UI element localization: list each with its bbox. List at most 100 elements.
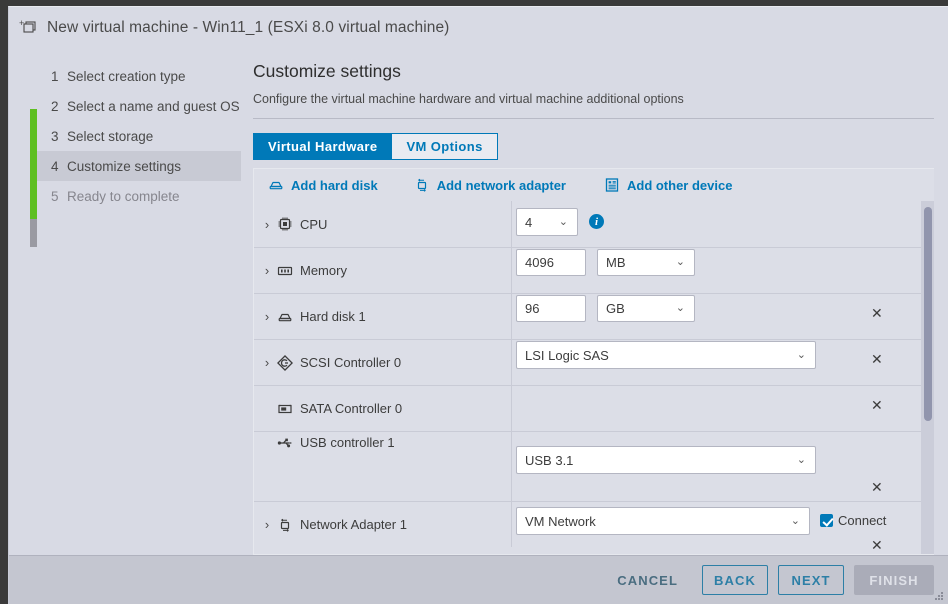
step-number: 2: [51, 98, 59, 114]
wizard-step-3[interactable]: 3 Select storage: [37, 121, 241, 151]
toolbar-action-label: Add hard disk: [291, 177, 378, 193]
wizard-step-4[interactable]: 4 Customize settings: [37, 151, 241, 181]
device-control-cell: USB 3.1 ⌄ ✕: [512, 432, 934, 501]
wizard-step-5[interactable]: 5 Ready to complete: [37, 181, 241, 211]
back-button[interactable]: BACK: [702, 565, 768, 595]
device-label-cell: › CPU: [254, 201, 512, 247]
hard-disk-icon: [268, 177, 284, 193]
usb-controller-icon: [274, 435, 296, 451]
remove-device-button[interactable]: ✕: [871, 306, 883, 320]
step-number: 3: [51, 128, 59, 144]
other-device-icon: [604, 177, 620, 193]
chevron-down-icon: ⌄: [790, 514, 800, 527]
grip-dot: [941, 598, 943, 600]
toolbar-action-label: Add network adapter: [436, 177, 566, 193]
grip-dot: [938, 595, 940, 597]
toolbar-action-label: Add other device: [626, 177, 733, 193]
scsi-controller-0-select[interactable]: LSI Logic SAS ⌄: [516, 341, 816, 369]
device-name: SCSI Controller 0: [300, 355, 402, 370]
grip-dot: [941, 592, 943, 594]
device-row: › Hard disk 1 96 GB ⌄ ✕: [254, 293, 934, 339]
hard-disk-1-value-input[interactable]: 96: [516, 295, 586, 322]
virtual-hardware-panel: Add hard disk Add network adapter Add othe…: [253, 168, 934, 555]
next-button[interactable]: NEXT: [778, 565, 844, 595]
grip-dot: [935, 598, 937, 600]
chevron-down-icon: ⌄: [675, 302, 685, 314]
connect-checkbox-group[interactable]: Connect: [820, 513, 886, 528]
wizard-body: 1 Select creation type 2 Select a name and …: [9, 49, 948, 555]
device-name: Memory: [300, 263, 347, 278]
expand-chevron-icon[interactable]: ›: [260, 355, 274, 370]
add-other-device-button[interactable]: Add other device: [604, 177, 732, 193]
device-control-cell: ✕: [512, 386, 934, 431]
window-titlebar: + New virtual machine - Win11_1 (ESXi 8.…: [9, 7, 948, 49]
window-title: New virtual machine - Win11_1 (ESXi 8.0 …: [47, 19, 450, 36]
step-list: 1 Select creation type 2 Select a name and …: [9, 61, 241, 211]
resize-grip[interactable]: [935, 592, 944, 601]
grip-dot: [938, 598, 940, 600]
network-adapter-icon: [274, 517, 296, 533]
cancel-button[interactable]: CANCEL: [601, 565, 694, 595]
hard-disk-1-unit-select[interactable]: GB ⌄: [597, 295, 695, 322]
wizard-step-2[interactable]: 2 Select a name and guest OS: [37, 91, 241, 121]
remove-device-button[interactable]: ✕: [871, 352, 883, 366]
device-name: Hard disk 1: [300, 309, 366, 324]
add-network-adapter-button[interactable]: Add network adapter: [414, 177, 566, 193]
memory-unit-select[interactable]: MB ⌄: [597, 249, 695, 276]
step-label: Ready to complete: [67, 188, 180, 204]
finish-button: FINISH: [854, 565, 934, 595]
remove-device-button[interactable]: ✕: [871, 398, 883, 412]
cpu-count-select[interactable]: 4 ⌄: [516, 208, 578, 236]
page-subtitle: Configure the virtual machine hardware a…: [253, 92, 934, 119]
cpu-icon: [274, 216, 296, 232]
device-rows: › CPU 4 ⌄ i › Memory 4096 MB ⌄ › Hard disk 1 96 GB ⌄ ✕ ›…: [254, 201, 934, 554]
chevron-down-icon: ⌄: [796, 348, 806, 361]
chevron-down-icon: ⌄: [675, 256, 685, 268]
device-list-scrollbar[interactable]: [921, 201, 934, 554]
device-row: › SCSI Controller 0 LSI Logic SAS ⌄ ✕: [254, 339, 934, 385]
device-name: USB controller 1: [300, 435, 395, 450]
usb-controller-1-select[interactable]: USB 3.1 ⌄: [516, 446, 816, 474]
network-adapter-1-value: VM Network: [525, 513, 596, 529]
device-toolbar: Add hard disk Add network adapter Add othe…: [254, 169, 934, 201]
wizard-step-1[interactable]: 1 Select creation type: [37, 61, 241, 91]
device-row: › Network Adapter 1 VM Network ⌄ Connect ✕: [254, 501, 934, 552]
device-label-cell: SATA Controller 0: [254, 386, 512, 431]
tab-virtual-hardware[interactable]: Virtual Hardware: [253, 133, 392, 160]
device-row: SATA Controller 0 ✕: [254, 385, 934, 431]
wizard-footer: CANCEL BACK NEXT FINISH: [9, 555, 948, 604]
page-title: Customize settings: [253, 61, 401, 81]
remove-device-button[interactable]: ✕: [871, 480, 883, 494]
progress-fill: [30, 109, 37, 220]
wizard-content: Customize settings Configure the virtual…: [241, 49, 948, 555]
memory-icon: [274, 263, 296, 279]
tab-bar: Virtual Hardware VM Options: [253, 133, 934, 160]
progress-indicator: [30, 109, 37, 247]
scsi-controller-0-value: LSI Logic SAS: [525, 347, 609, 363]
expand-chevron-icon[interactable]: ›: [260, 217, 274, 232]
memory-value-input[interactable]: 4096: [516, 249, 586, 276]
expand-chevron-icon[interactable]: ›: [260, 309, 274, 324]
connect-checkbox[interactable]: [820, 514, 833, 527]
device-label-cell: › Memory: [254, 248, 512, 293]
memory-unit-value: MB: [606, 255, 626, 270]
step-number: 1: [51, 68, 59, 84]
sata-controller-icon: [274, 401, 296, 417]
expand-chevron-icon[interactable]: ›: [260, 263, 274, 278]
step-label: Customize settings: [67, 158, 182, 174]
network-adapter-1-select[interactable]: VM Network ⌄: [516, 507, 810, 535]
chevron-down-icon: ⌄: [558, 215, 568, 228]
cpu-info-icon[interactable]: i: [589, 214, 604, 229]
hard-disk-icon: [274, 309, 296, 325]
device-row: USB controller 1 USB 3.1 ⌄ ✕: [254, 431, 934, 501]
memory-value: 4096: [525, 255, 554, 270]
scrollbar-thumb[interactable]: [924, 207, 932, 421]
device-label-cell: › Network Adapter 1: [254, 502, 512, 547]
device-name: SATA Controller 0: [300, 401, 403, 416]
connect-label: Connect: [838, 513, 887, 528]
expand-chevron-icon[interactable]: ›: [260, 517, 274, 532]
vm-wizard-window: + New virtual machine - Win11_1 (ESXi 8.…: [8, 6, 948, 604]
add-hard-disk-button[interactable]: Add hard disk: [268, 177, 378, 193]
tab-vm-options[interactable]: VM Options: [391, 133, 498, 160]
remove-device-button[interactable]: ✕: [871, 538, 883, 552]
